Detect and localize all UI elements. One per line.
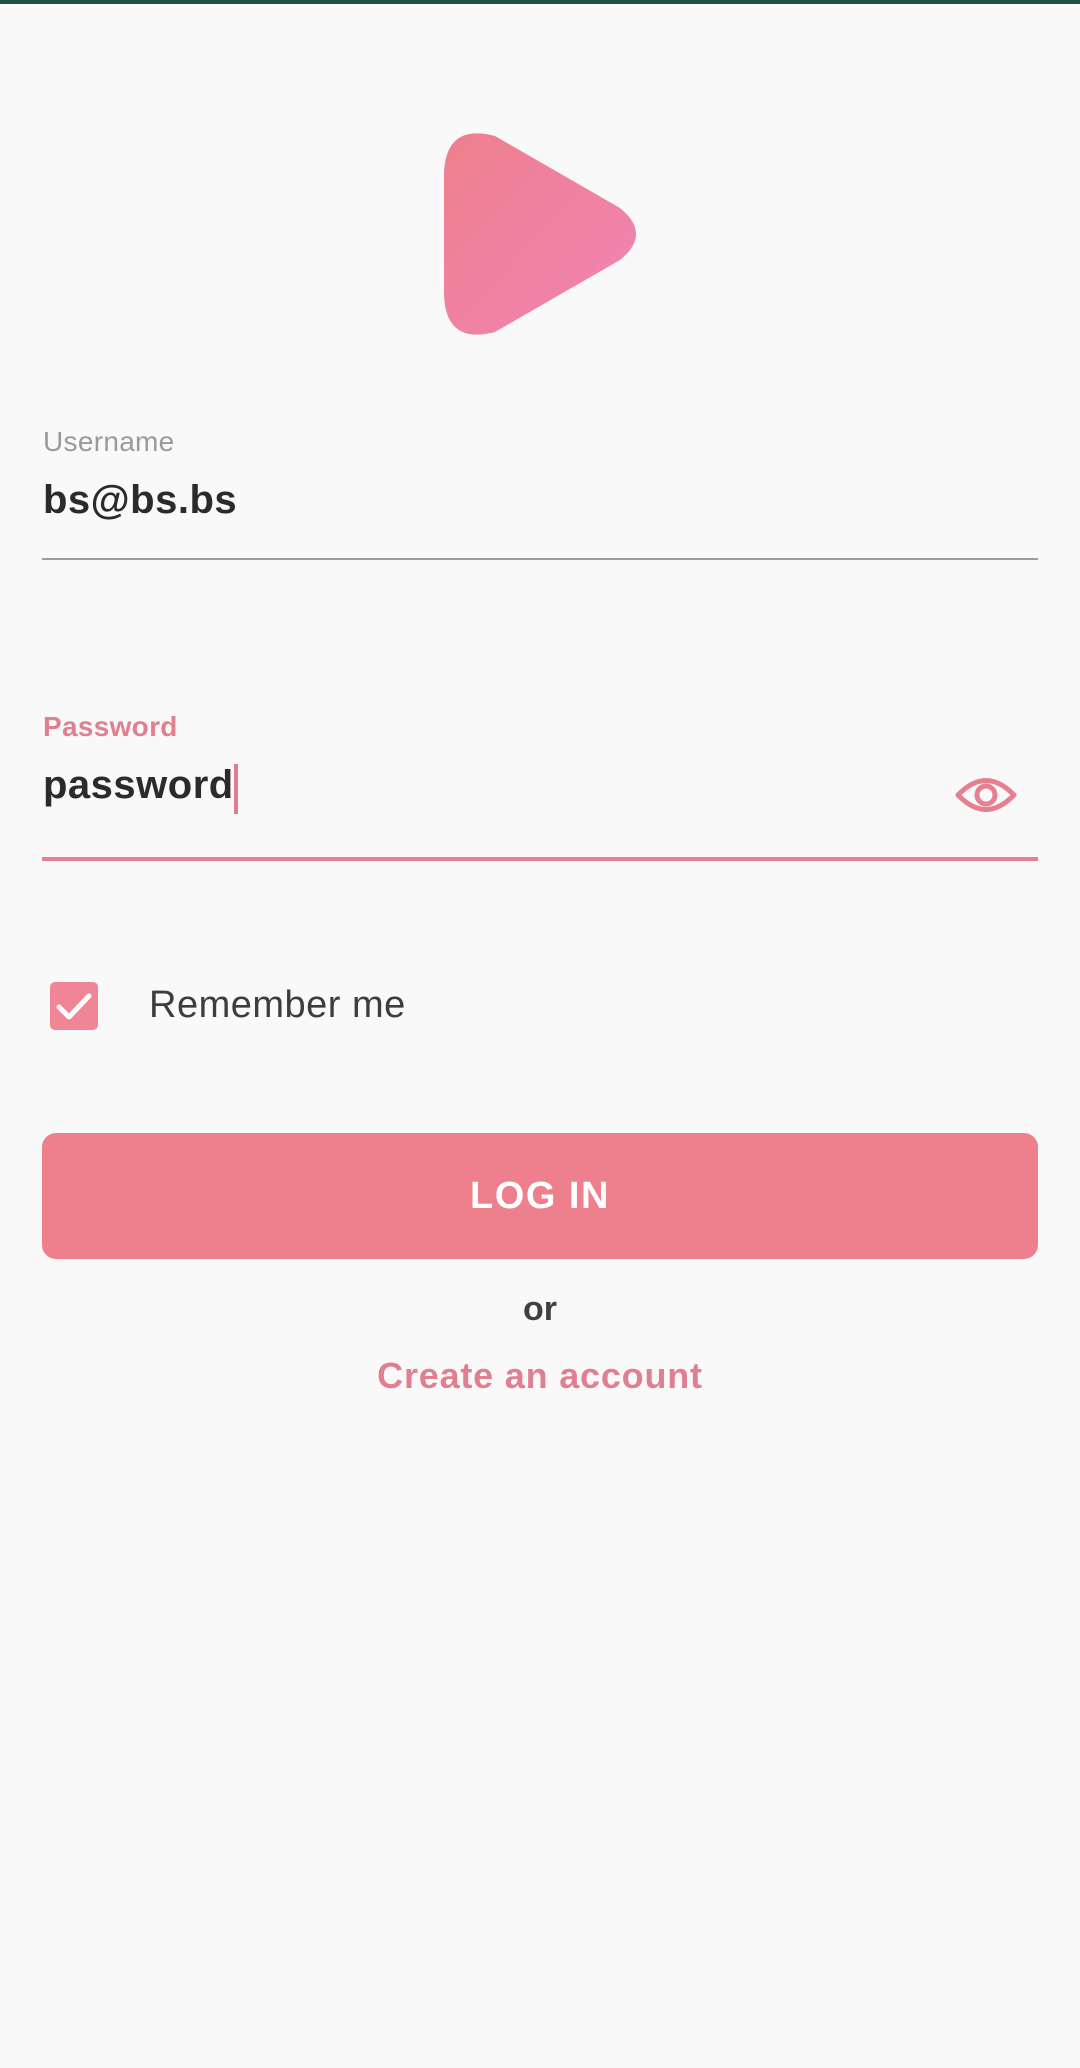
- username-label: Username: [43, 426, 175, 457]
- password-underline: [42, 857, 1038, 861]
- separator-text: or: [523, 1290, 557, 1328]
- password-input[interactable]: [43, 763, 231, 808]
- play-icon: [444, 133, 636, 335]
- create-account-link[interactable]: Create an account: [0, 1355, 1080, 1397]
- password-label: Password: [43, 711, 178, 742]
- check-icon: [56, 993, 92, 1020]
- remember-me-checkbox[interactable]: [50, 982, 98, 1030]
- text-cursor: [234, 764, 238, 814]
- remember-me-label[interactable]: Remember me: [149, 984, 406, 1027]
- login-button[interactable]: LOG IN: [42, 1133, 1038, 1259]
- username-underline: [42, 558, 1038, 560]
- status-bar-strip: [0, 0, 1080, 4]
- username-input[interactable]: [43, 478, 1033, 523]
- eye-icon[interactable]: [954, 772, 1018, 818]
